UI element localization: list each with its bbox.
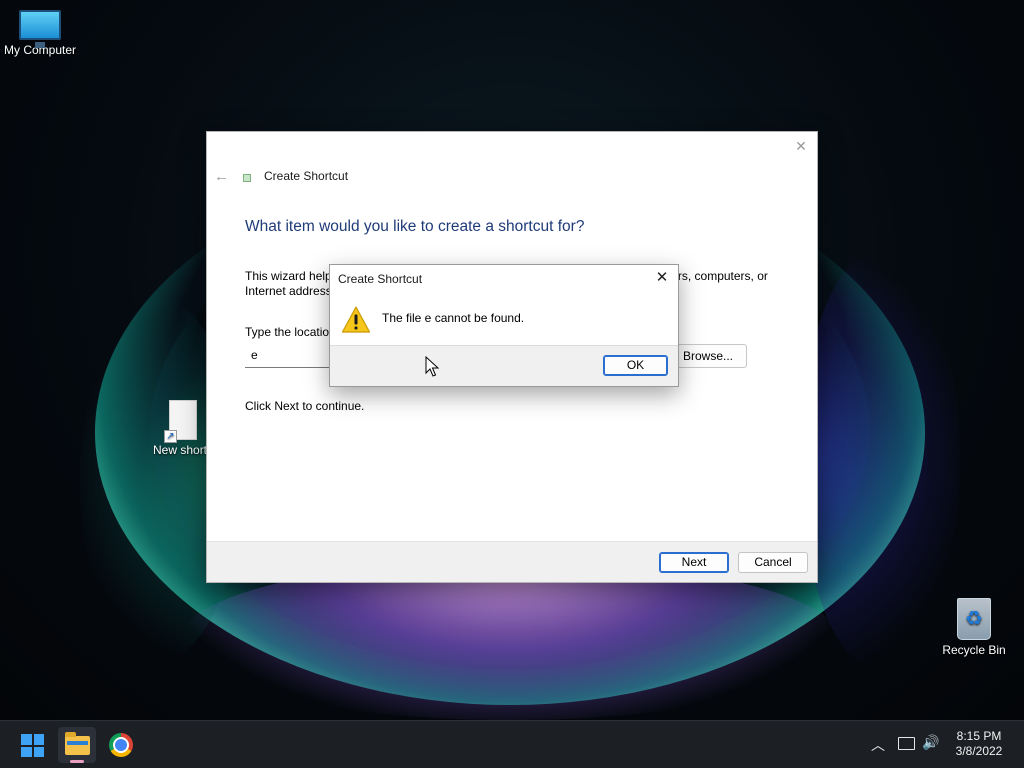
- taskbar-clock[interactable]: 8:15 PM 3/8/2022: [944, 729, 1014, 759]
- network-icon[interactable]: [898, 737, 915, 750]
- continue-hint: Click Next to continue.: [245, 399, 365, 413]
- clock-date: 3/8/2022: [955, 744, 1003, 758]
- show-hidden-icons-chevron-icon[interactable]: ︿: [869, 735, 887, 755]
- warning-icon: [341, 306, 371, 333]
- taskbar: ︿ 🔊 8:15 PM 3/8/2022: [0, 720, 1024, 768]
- shortcut-arrow-icon: ↗: [164, 430, 177, 443]
- running-indicator: [70, 760, 84, 763]
- computer-icon: [19, 10, 61, 48]
- desktop-icon-new-shortcut[interactable]: ↗ New shortcut: [153, 400, 213, 457]
- desktop-icon-label: Recycle Bin: [942, 643, 1006, 657]
- taskbar-file-explorer[interactable]: [58, 727, 96, 763]
- desktop-icon-label: New shortcut: [153, 443, 213, 457]
- clock-time: 8:15 PM: [956, 729, 1002, 743]
- folder-icon: [65, 732, 90, 755]
- wizard-footer: Next Cancel: [207, 541, 817, 582]
- wizard-heading: What item would you like to create a sho…: [245, 218, 585, 235]
- error-dialog: Create Shortcut ✕ The file e cannot be f…: [329, 264, 679, 387]
- wallpaper-glow: [180, 560, 840, 720]
- cancel-button[interactable]: Cancel: [738, 552, 808, 573]
- browse-button[interactable]: Browse...: [669, 344, 747, 368]
- desktop-icon-my-computer[interactable]: My Computer: [0, 10, 80, 57]
- taskbar-chrome[interactable]: [102, 727, 140, 763]
- recycle-bin-icon: ♻: [957, 598, 991, 640]
- windows-logo-icon: [21, 734, 44, 757]
- shortcut-app-icon: [243, 174, 251, 182]
- next-button[interactable]: Next: [659, 552, 729, 573]
- wizard-title: Create Shortcut: [264, 169, 349, 183]
- start-button[interactable]: [13, 727, 51, 763]
- chrome-icon: [109, 733, 133, 757]
- close-icon[interactable]: ✕: [654, 270, 670, 286]
- desktop-icon-recycle-bin[interactable]: ♻ Recycle Bin: [934, 598, 1014, 657]
- dialog-footer: OK: [330, 345, 678, 386]
- volume-icon[interactable]: 🔊: [922, 734, 939, 751]
- close-icon[interactable]: ✕: [793, 138, 809, 154]
- dialog-title: Create Shortcut: [338, 272, 423, 286]
- file-icon: ↗: [164, 400, 197, 443]
- mouse-cursor-icon: [425, 356, 439, 377]
- dialog-message: The file e cannot be found.: [382, 311, 525, 325]
- ok-button[interactable]: OK: [603, 355, 668, 376]
- back-arrow-icon[interactable]: ←: [214, 168, 229, 185]
